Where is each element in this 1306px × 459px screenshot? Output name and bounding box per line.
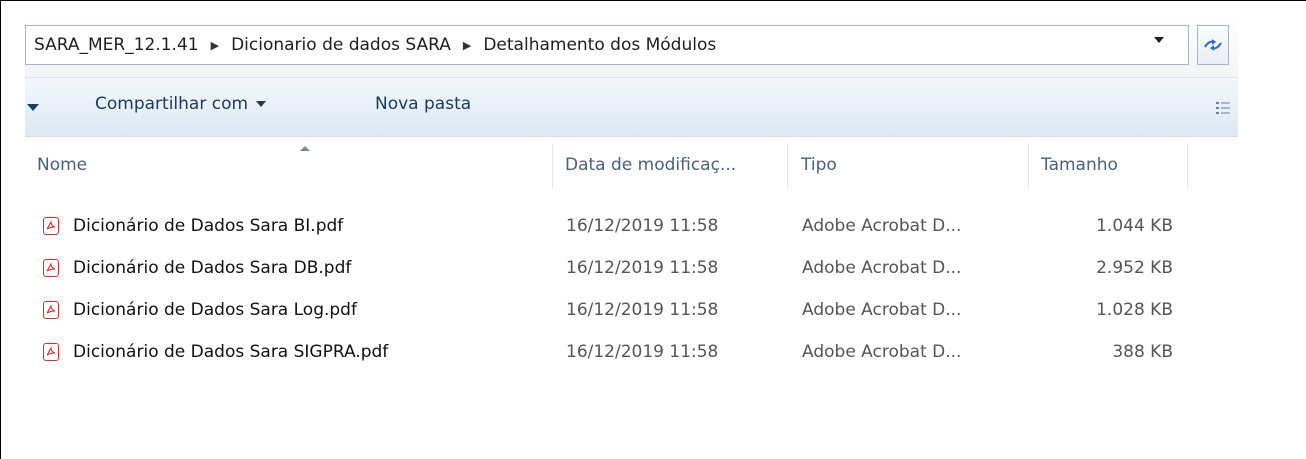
pdf-file-icon — [43, 343, 59, 361]
file-type: Adobe Acrobat D... — [802, 258, 962, 278]
view-options-icon[interactable] — [1215, 100, 1231, 116]
file-size: 1.028 KB — [1096, 300, 1173, 320]
file-name: Dicionário de Dados Sara BI.pdf — [73, 216, 344, 236]
file-row[interactable]: Dicionário de Dados Sara SIGPRA.pdf 16/1… — [25, 331, 1238, 373]
file-date: 16/12/2019 11:58 — [566, 258, 719, 278]
chevron-right-icon[interactable]: ▶ — [463, 39, 471, 52]
new-folder-button[interactable]: Nova pasta — [375, 94, 471, 114]
file-type: Adobe Acrobat D... — [802, 300, 962, 320]
breadcrumb-item[interactable]: Detalhamento dos Módulos — [483, 35, 716, 55]
file-row[interactable]: Dicionário de Dados Sara BI.pdf 16/12/20… — [25, 205, 1238, 247]
command-bar: Compartilhar com Nova pasta — [25, 77, 1238, 137]
address-history-dropdown[interactable] — [1154, 37, 1164, 43]
file-size: 1.044 KB — [1096, 216, 1173, 236]
file-row[interactable]: Dicionário de Dados Sara Log.pdf 16/12/2… — [25, 289, 1238, 331]
column-divider[interactable] — [1028, 143, 1029, 189]
sort-ascending-icon — [300, 146, 310, 151]
chevron-down-icon — [256, 101, 267, 107]
organize-dropdown-arrow[interactable] — [27, 104, 39, 111]
column-header-name[interactable]: Nome — [37, 137, 547, 192]
address-bar[interactable]: SARA_MER_12.1.41 ▶ Dicionario de dados S… — [25, 25, 1189, 65]
file-name-cell: Dicionário de Dados Sara BI.pdf — [43, 205, 343, 247]
explorer-window: SARA_MER_12.1.41 ▶ Dicionario de dados S… — [25, 15, 1238, 395]
file-name: Dicionário de Dados Sara DB.pdf — [73, 258, 352, 278]
breadcrumb-item[interactable]: SARA_MER_12.1.41 — [34, 35, 199, 55]
column-header-date[interactable]: Data de modificaç... — [565, 137, 785, 192]
file-date: 16/12/2019 11:58 — [566, 342, 719, 362]
file-name-cell: Dicionário de Dados Sara SIGPRA.pdf — [43, 331, 388, 373]
file-name-cell: Dicionário de Dados Sara Log.pdf — [43, 289, 357, 331]
column-header-type[interactable]: Tipo — [801, 137, 1021, 192]
window-frame-top — [0, 0, 1306, 1]
column-divider[interactable] — [552, 143, 553, 189]
column-header-size[interactable]: Tamanho — [1041, 137, 1181, 192]
column-header-name-label: Nome — [37, 154, 88, 175]
file-row[interactable]: Dicionário de Dados Sara DB.pdf 16/12/20… — [25, 247, 1238, 289]
file-list: Dicionário de Dados Sara BI.pdf 16/12/20… — [25, 205, 1238, 373]
refresh-button[interactable] — [1197, 25, 1229, 65]
pdf-file-icon — [43, 217, 59, 235]
refresh-icon — [1204, 39, 1222, 51]
pdf-file-icon — [43, 301, 59, 319]
file-name: Dicionário de Dados Sara Log.pdf — [73, 300, 357, 320]
column-divider[interactable] — [787, 143, 788, 189]
share-with-label: Compartilhar com — [95, 94, 249, 114]
breadcrumb-item[interactable]: Dicionario de dados SARA — [231, 35, 451, 55]
address-bar-area: SARA_MER_12.1.41 ▶ Dicionario de dados S… — [25, 15, 1238, 77]
share-with-button[interactable]: Compartilhar com — [95, 94, 267, 114]
file-size: 388 KB — [1112, 342, 1173, 362]
file-name-cell: Dicionário de Dados Sara DB.pdf — [43, 247, 351, 289]
file-type: Adobe Acrobat D... — [802, 342, 962, 362]
file-name: Dicionário de Dados Sara SIGPRA.pdf — [73, 342, 389, 362]
pdf-file-icon — [43, 259, 59, 277]
file-date: 16/12/2019 11:58 — [566, 300, 719, 320]
window-frame-left — [0, 0, 1, 459]
chevron-right-icon[interactable]: ▶ — [211, 39, 219, 52]
file-type: Adobe Acrobat D... — [802, 216, 962, 236]
column-header-row: Nome Data de modificaç... Tipo Tamanho — [25, 137, 1238, 192]
file-date: 16/12/2019 11:58 — [566, 216, 719, 236]
file-size: 2.952 KB — [1096, 258, 1173, 278]
column-divider[interactable] — [1187, 143, 1188, 189]
